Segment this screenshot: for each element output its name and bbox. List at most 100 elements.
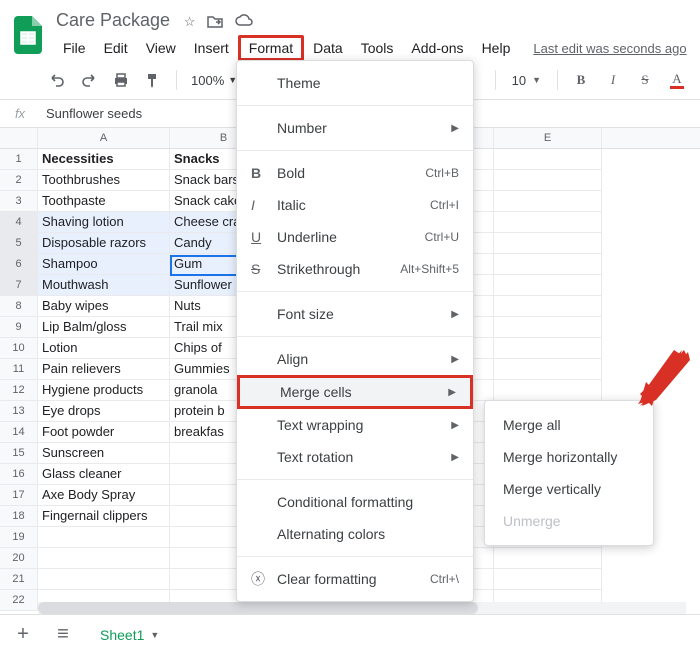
row-header[interactable]: 8 [0, 296, 38, 317]
menu-edit[interactable]: Edit [95, 36, 137, 60]
scrollbar-thumb[interactable] [38, 602, 478, 614]
cell[interactable]: Shampoo [38, 254, 170, 275]
last-edit-link[interactable]: Last edit was seconds ago [533, 41, 686, 56]
cell[interactable] [494, 275, 602, 296]
cell[interactable] [494, 569, 602, 590]
cell[interactable] [494, 191, 602, 212]
star-icon[interactable]: ☆ [184, 14, 196, 31]
menu-align[interactable]: Align▶ [237, 343, 473, 375]
sheets-logo-icon[interactable] [10, 12, 46, 58]
italic-button[interactable]: I [600, 67, 626, 93]
row-header[interactable]: 12 [0, 380, 38, 401]
menu-format[interactable]: Format [238, 35, 304, 61]
cell[interactable]: Necessities [38, 149, 170, 170]
col-header-a[interactable]: A [38, 128, 170, 148]
cell[interactable] [494, 212, 602, 233]
cell[interactable]: Disposable razors [38, 233, 170, 254]
cloud-icon[interactable] [235, 14, 253, 31]
cell[interactable]: Sunscreen [38, 443, 170, 464]
horizontal-scrollbar[interactable] [38, 602, 686, 614]
merge-all[interactable]: Merge all [485, 409, 653, 441]
cell[interactable] [494, 548, 602, 569]
menu-file[interactable]: File [54, 36, 95, 60]
menu-addons[interactable]: Add-ons [402, 36, 472, 60]
zoom-select[interactable]: 100%▼ [187, 73, 241, 88]
row-header[interactable]: 9 [0, 317, 38, 338]
print-icon[interactable] [108, 67, 134, 93]
cell[interactable] [494, 149, 602, 170]
cell[interactable] [494, 233, 602, 254]
menu-theme[interactable]: Theme [237, 67, 473, 99]
row-header[interactable]: 13 [0, 401, 38, 422]
merge-horizontally[interactable]: Merge horizontally [485, 441, 653, 473]
row-header[interactable]: 1 [0, 149, 38, 170]
row-header[interactable]: 11 [0, 359, 38, 380]
cell[interactable] [38, 548, 170, 569]
text-color-button[interactable]: A [664, 67, 690, 93]
row-header[interactable]: 17 [0, 485, 38, 506]
undo-icon[interactable] [44, 67, 70, 93]
row-header[interactable]: 7 [0, 275, 38, 296]
cell[interactable]: Pain relievers [38, 359, 170, 380]
menu-tools[interactable]: Tools [352, 36, 403, 60]
cell[interactable] [494, 338, 602, 359]
cell[interactable]: Fingernail clippers [38, 506, 170, 527]
menu-help[interactable]: Help [473, 36, 520, 60]
cell[interactable]: Glass cleaner [38, 464, 170, 485]
cell[interactable]: Eye drops [38, 401, 170, 422]
cell[interactable] [494, 170, 602, 191]
menu-clear-formatting[interactable]: ⓧClear formattingCtrl+\ [237, 563, 473, 595]
cell[interactable] [38, 569, 170, 590]
row-header[interactable]: 3 [0, 191, 38, 212]
menu-alternating-colors[interactable]: Alternating colors [237, 518, 473, 550]
cell[interactable]: Baby wipes [38, 296, 170, 317]
menu-conditional-formatting[interactable]: Conditional formatting [237, 486, 473, 518]
row-header[interactable]: 16 [0, 464, 38, 485]
cell[interactable]: Mouthwash [38, 275, 170, 296]
row-header[interactable]: 19 [0, 527, 38, 548]
row-header[interactable]: 6 [0, 254, 38, 275]
cell[interactable]: Toothbrushes [38, 170, 170, 191]
row-header[interactable]: 5 [0, 233, 38, 254]
cell[interactable] [494, 359, 602, 380]
row-header[interactable]: 18 [0, 506, 38, 527]
strikethrough-button[interactable]: S [632, 67, 658, 93]
select-all-corner[interactable] [0, 128, 38, 148]
cell[interactable]: Lip Balm/gloss [38, 317, 170, 338]
row-header[interactable]: 20 [0, 548, 38, 569]
move-icon[interactable] [207, 14, 223, 31]
row-header[interactable]: 4 [0, 212, 38, 233]
merge-vertically[interactable]: Merge vertically [485, 473, 653, 505]
menu-text-rotation[interactable]: Text rotation▶ [237, 441, 473, 473]
cell[interactable]: Shaving lotion [38, 212, 170, 233]
all-sheets-button[interactable]: ≡ [50, 623, 76, 646]
menu-bold[interactable]: BBoldCtrl+B [237, 157, 473, 189]
font-size-select[interactable]: 10▼ [506, 73, 547, 88]
menu-data[interactable]: Data [304, 36, 352, 60]
cell[interactable] [494, 317, 602, 338]
cell[interactable]: Hygiene products [38, 380, 170, 401]
cell[interactable] [494, 296, 602, 317]
document-title[interactable]: Care Package [54, 8, 172, 33]
cell[interactable]: Foot powder [38, 422, 170, 443]
formula-input[interactable]: Sunflower seeds [40, 106, 142, 121]
menu-merge-cells[interactable]: Merge cells▶ [237, 375, 473, 409]
cell[interactable] [494, 380, 602, 401]
menu-strikethrough[interactable]: SStrikethroughAlt+Shift+5 [237, 253, 473, 285]
menu-italic[interactable]: IItalicCtrl+I [237, 189, 473, 221]
col-header-e[interactable]: E [494, 128, 602, 148]
cell[interactable] [494, 254, 602, 275]
menu-font-size[interactable]: Font size▶ [237, 298, 473, 330]
paint-format-icon[interactable] [140, 67, 166, 93]
menu-number[interactable]: Number▶ [237, 112, 473, 144]
add-sheet-button[interactable]: + [10, 623, 36, 646]
row-header[interactable]: 21 [0, 569, 38, 590]
cell[interactable]: Axe Body Spray [38, 485, 170, 506]
menu-view[interactable]: View [137, 36, 185, 60]
cell[interactable]: Toothpaste [38, 191, 170, 212]
menu-text-wrapping[interactable]: Text wrapping▶ [237, 409, 473, 441]
redo-icon[interactable] [76, 67, 102, 93]
row-header[interactable]: 2 [0, 170, 38, 191]
row-header[interactable]: 14 [0, 422, 38, 443]
cell[interactable]: Lotion [38, 338, 170, 359]
